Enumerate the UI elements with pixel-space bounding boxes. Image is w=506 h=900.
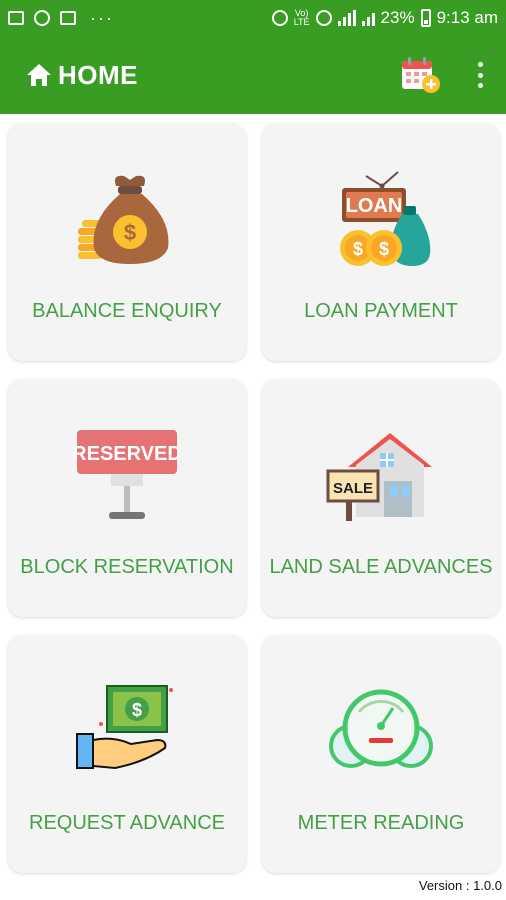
tile-balance-enquiry[interactable]: $ BALANCE ENQUIRY (8, 123, 246, 361)
gallery-icon (8, 11, 24, 25)
app-bar: HOME (0, 36, 506, 114)
tile-land-sale-advances[interactable]: SALE LAND SALE ADVANCES (262, 379, 500, 617)
status-bar: ··· Vo) LTE 23% 9:13 am (0, 0, 506, 36)
svg-text:SALE: SALE (333, 480, 373, 497)
signal-icon-2 (361, 10, 375, 26)
tile-request-advance[interactable]: $ REQUEST ADVANCE (8, 635, 246, 873)
svg-text:LOAN: LOAN (346, 195, 403, 217)
clock: 9:13 am (436, 8, 498, 27)
alarm-icon (271, 10, 288, 26)
facebook-icon (60, 11, 76, 25)
tile-loan-payment[interactable]: LOAN $ $ LOAN PAYMENT (262, 123, 500, 361)
page-title: HOME (58, 59, 138, 90)
svg-text:$: $ (132, 700, 142, 720)
wifi-icon (315, 10, 332, 26)
sync-icon (34, 10, 50, 26)
hand-cash-icon: $ (76, 685, 173, 770)
loan-sign-icon: LOAN $ $ (340, 170, 431, 266)
svg-text:$: $ (379, 239, 389, 259)
svg-text:$: $ (124, 220, 136, 245)
app-version: Version : 1.0.0 (418, 878, 502, 893)
meter-gauge-icon (329, 689, 433, 768)
svg-text:$: $ (353, 239, 363, 259)
tile-block-reservation[interactable]: RESERVED BLOCK RESERVATION (8, 379, 246, 617)
tile-label: BLOCK RESERVATION (20, 556, 234, 578)
money-bag-icon: $ (78, 175, 169, 264)
tile-meter-reading[interactable]: METER READING (262, 635, 500, 873)
home-button[interactable]: HOME (26, 60, 138, 91)
notification-icons: ··· (8, 8, 114, 29)
battery-percent: 23% (380, 8, 415, 27)
tile-label: BALANCE ENQUIRY (32, 300, 222, 322)
home-icon (27, 64, 51, 86)
system-icons: Vo) LTE 23% 9:13 am (271, 8, 498, 28)
tile-label: LAND SALE ADVANCES (269, 556, 493, 578)
svg-text:RESERVED: RESERVED (75, 443, 179, 465)
calendar-add-icon[interactable] (400, 55, 442, 95)
tile-label: METER READING (297, 812, 465, 834)
tile-label: REQUEST ADVANCE (29, 812, 225, 834)
volte-indicator: Vo) LTE (293, 8, 310, 27)
more-notifications-icon: ··· (90, 7, 114, 28)
house-sale-icon: SALE (326, 432, 432, 521)
signal-icon (337, 10, 356, 26)
reserved-sign-icon: RESERVED (75, 430, 179, 519)
overflow-menu-icon[interactable] (476, 62, 484, 88)
tile-label: LOAN PAYMENT (304, 300, 458, 322)
battery-icon (420, 9, 431, 27)
